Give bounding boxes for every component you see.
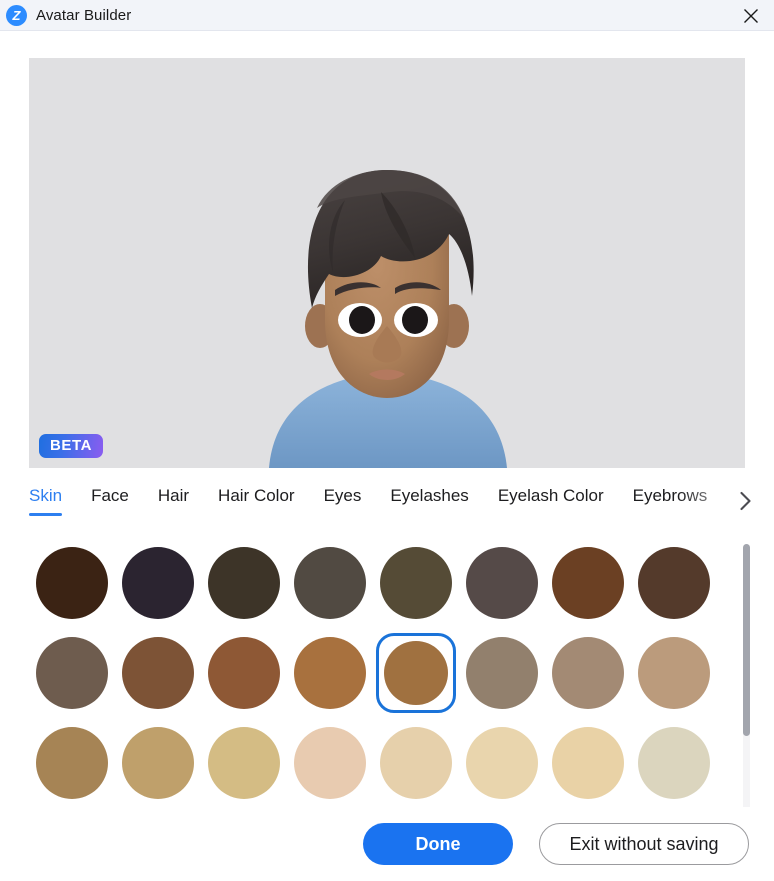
dialog-footer: Done Exit without saving bbox=[0, 807, 774, 881]
skin-swatch-color bbox=[122, 727, 194, 799]
skin-swatch-color bbox=[638, 637, 710, 709]
skin-swatch[interactable] bbox=[462, 633, 542, 713]
skin-swatch-color bbox=[638, 547, 710, 619]
skin-swatch-color bbox=[466, 547, 538, 619]
skin-swatch-color bbox=[208, 547, 280, 619]
skin-swatch[interactable] bbox=[32, 633, 112, 713]
close-icon bbox=[744, 8, 758, 23]
skin-color-grid-area bbox=[0, 538, 774, 816]
tab-eyelashes[interactable]: Eyelashes bbox=[390, 484, 468, 518]
skin-swatch[interactable] bbox=[204, 543, 284, 623]
skin-swatch-color bbox=[466, 637, 538, 709]
skin-swatch[interactable] bbox=[548, 633, 628, 713]
tab-hair[interactable]: Hair bbox=[158, 484, 189, 518]
skin-swatch[interactable] bbox=[634, 633, 714, 713]
tab-face[interactable]: Face bbox=[91, 484, 129, 518]
tab-skin[interactable]: Skin bbox=[29, 484, 63, 518]
tab-eyes[interactable]: Eyes bbox=[324, 484, 362, 518]
skin-swatch-color bbox=[122, 547, 194, 619]
skin-swatch[interactable] bbox=[290, 633, 370, 713]
skin-swatch[interactable] bbox=[118, 543, 198, 623]
tabs-scroll-container[interactable]: Skin Face Hair Hair Color Eyes Eyelashes Eyela… bbox=[0, 484, 774, 528]
skin-swatch-color bbox=[552, 637, 624, 709]
skin-swatch[interactable] bbox=[376, 633, 456, 713]
skin-swatch-color bbox=[380, 727, 452, 799]
skin-swatch[interactable] bbox=[548, 543, 628, 623]
skin-swatch[interactable] bbox=[32, 723, 112, 803]
skin-swatch-color bbox=[294, 727, 366, 799]
skin-swatch[interactable] bbox=[204, 723, 284, 803]
skin-swatch-color bbox=[294, 547, 366, 619]
skin-swatch-color bbox=[380, 547, 452, 619]
skin-swatch[interactable] bbox=[118, 723, 198, 803]
skin-swatch-color bbox=[638, 727, 710, 799]
skin-swatch[interactable] bbox=[204, 633, 284, 713]
skin-swatch-color bbox=[36, 727, 108, 799]
skin-swatch-color bbox=[552, 547, 624, 619]
exit-without-saving-button[interactable]: Exit without saving bbox=[539, 823, 749, 865]
skin-swatch-color bbox=[36, 637, 108, 709]
skin-swatch-color bbox=[122, 637, 194, 709]
skin-swatch[interactable] bbox=[462, 723, 542, 803]
title-bar: Z Avatar Builder bbox=[0, 0, 774, 31]
skin-swatch[interactable] bbox=[634, 723, 714, 803]
skin-swatch[interactable] bbox=[634, 543, 714, 623]
skin-color-grid bbox=[29, 538, 774, 808]
skin-swatch-color bbox=[36, 547, 108, 619]
tab-eyelash-color[interactable]: Eyelash Color bbox=[498, 484, 604, 518]
close-button[interactable] bbox=[728, 0, 774, 31]
category-tabs: Skin Face Hair Hair Color Eyes Eyelashes Eyela… bbox=[0, 484, 774, 528]
tab-eyebrows[interactable]: Eyebrows bbox=[633, 484, 708, 518]
skin-swatch[interactable] bbox=[290, 723, 370, 803]
skin-swatch-color bbox=[466, 727, 538, 799]
skin-swatch-color bbox=[552, 727, 624, 799]
tabs-list: Skin Face Hair Hair Color Eyes Eyelashes Eyela… bbox=[29, 484, 774, 518]
skin-swatch[interactable] bbox=[548, 723, 628, 803]
beta-badge: BETA bbox=[39, 434, 104, 458]
skin-swatch-color bbox=[384, 641, 448, 705]
zoom-logo-icon: Z bbox=[6, 4, 27, 26]
skin-swatch-color bbox=[208, 727, 280, 799]
skin-swatch[interactable] bbox=[118, 633, 198, 713]
swatch-scrollbar-thumb[interactable] bbox=[743, 544, 750, 736]
zoom-logo-letter: Z bbox=[12, 7, 21, 23]
done-button[interactable]: Done bbox=[363, 823, 513, 865]
avatar-preview[interactable]: BETA bbox=[29, 58, 745, 468]
skin-swatch[interactable] bbox=[32, 543, 112, 623]
skin-swatch[interactable] bbox=[376, 543, 456, 623]
skin-swatch-color bbox=[208, 637, 280, 709]
skin-swatch[interactable] bbox=[376, 723, 456, 803]
tabs-next-button[interactable] bbox=[732, 488, 758, 514]
window-title: Avatar Builder bbox=[36, 6, 132, 24]
skin-swatch[interactable] bbox=[290, 543, 370, 623]
swatch-scrollbar-track[interactable] bbox=[743, 544, 750, 812]
avatar-illustration bbox=[269, 170, 507, 468]
chevron-right-icon bbox=[739, 491, 751, 511]
tab-hair-color[interactable]: Hair Color bbox=[218, 484, 295, 518]
skin-swatch-color bbox=[294, 637, 366, 709]
skin-swatch[interactable] bbox=[462, 543, 542, 623]
